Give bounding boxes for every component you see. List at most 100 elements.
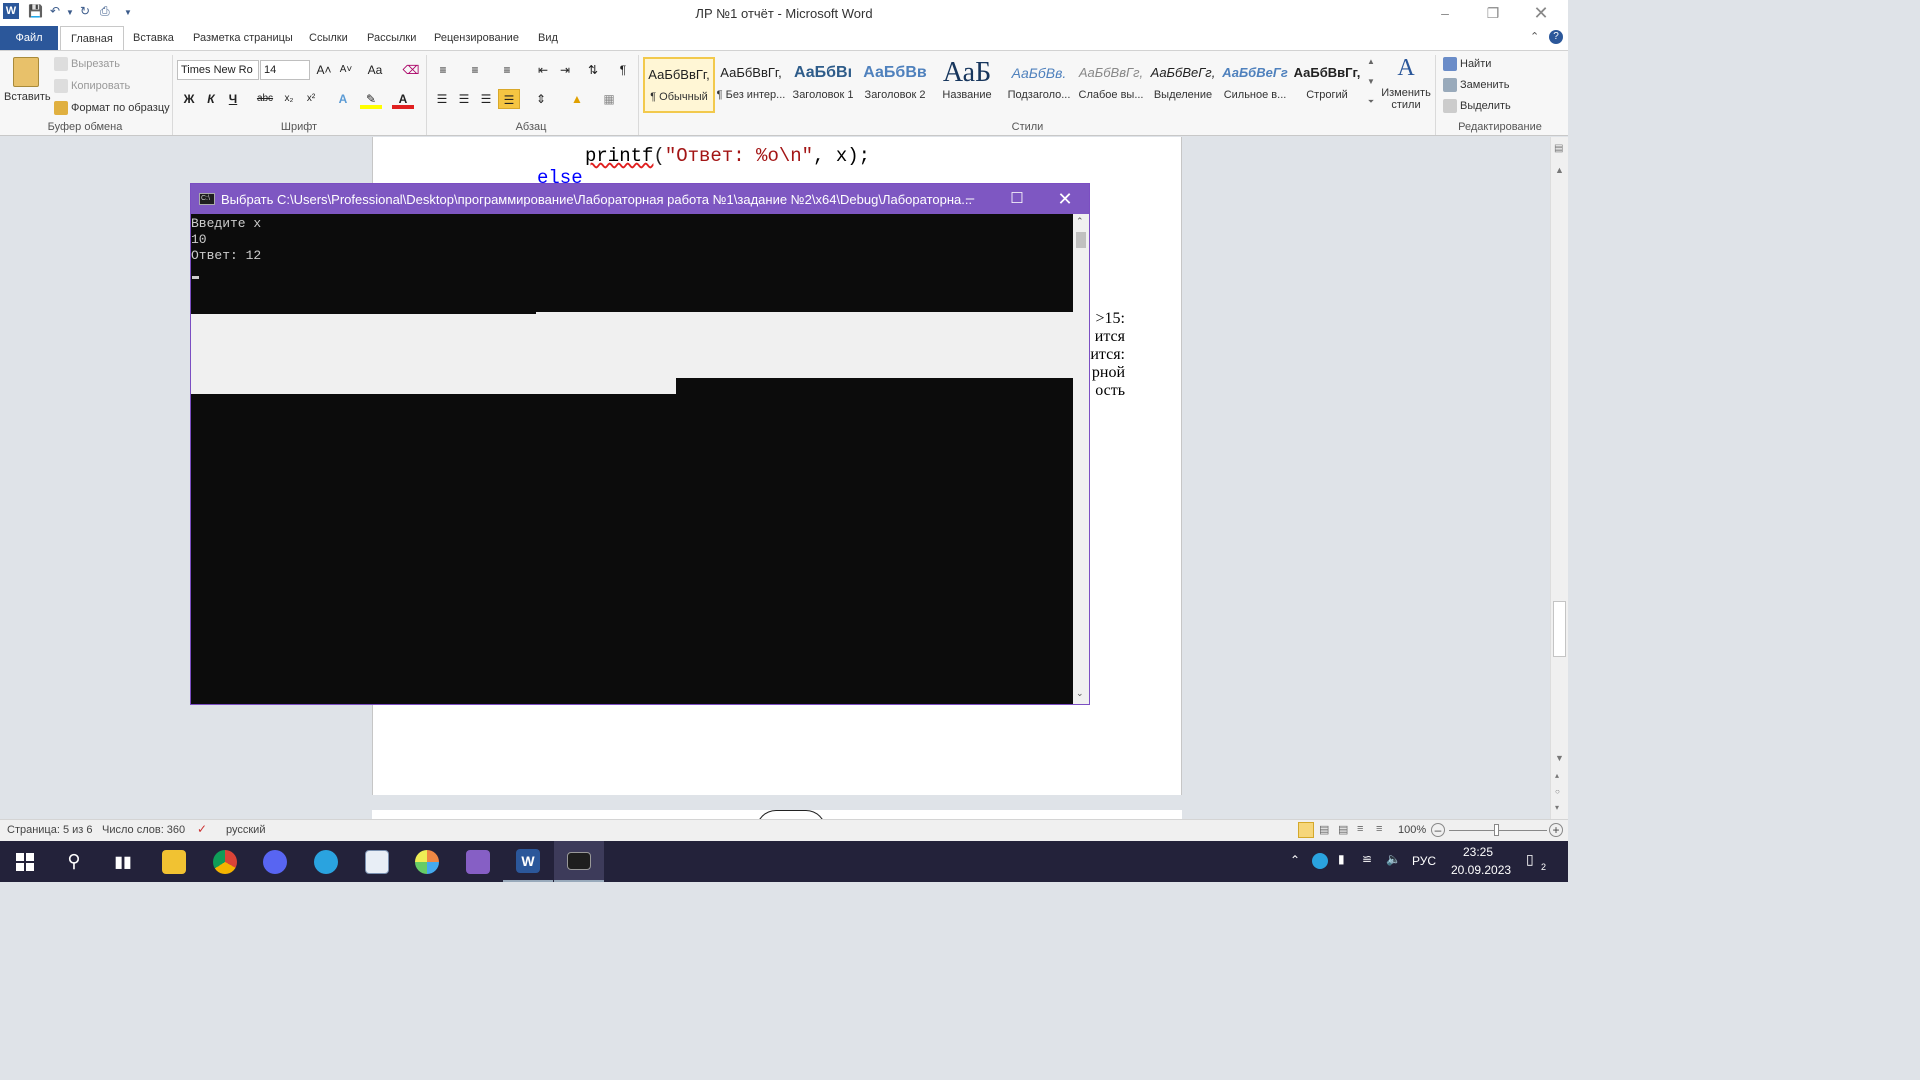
word-taskbar-icon[interactable]: W: [503, 841, 553, 882]
ruler-toggle-icon[interactable]: ▤: [1554, 143, 1563, 154]
language-indicator[interactable]: РУС: [1412, 854, 1436, 868]
sort-icon[interactable]: ⇅: [582, 60, 604, 80]
select-button[interactable]: Выделить: [1443, 99, 1511, 113]
grow-font-icon[interactable]: A˄: [313, 60, 335, 80]
zoom-slider-thumb[interactable]: [1494, 824, 1499, 836]
style-subtle-emphasis[interactable]: АаБбВвГг, Слабое вы...: [1075, 57, 1147, 113]
task-view-icon[interactable]: ▮▮: [98, 841, 148, 882]
change-case-button[interactable]: Aa: [362, 60, 388, 80]
style-heading-2[interactable]: АаБбВв Заголовок 2: [859, 57, 931, 113]
font-color-icon[interactable]: A: [392, 89, 414, 109]
style-subtitle[interactable]: АаБбВв. Подзаголо...: [1003, 57, 1075, 113]
web-layout-icon[interactable]: ▤: [1338, 823, 1348, 836]
next-page-icon[interactable]: ▾: [1555, 803, 1559, 812]
battery-icon[interactable]: ▮: [1338, 852, 1345, 866]
italic-button[interactable]: К: [200, 89, 222, 109]
volume-icon[interactable]: 🔈: [1386, 852, 1401, 866]
scroll-down-arrow[interactable]: ▼: [1555, 753, 1564, 763]
subscript-button[interactable]: x₂: [278, 89, 300, 109]
styles-scroll-down-icon[interactable]: ▼: [1364, 77, 1378, 95]
console-taskbar-icon[interactable]: [554, 841, 604, 882]
scroll-up-arrow[interactable]: ▲: [1555, 165, 1564, 175]
style-emphasis[interactable]: АаБбВеГг, Выделение: [1147, 57, 1219, 113]
tray-overflow-icon[interactable]: ⌃: [1290, 853, 1300, 867]
word-count[interactable]: Число слов: 360: [102, 824, 185, 836]
draft-icon[interactable]: ≡: [1376, 823, 1382, 835]
superscript-button[interactable]: x²: [300, 89, 322, 109]
style-intense-emphasis[interactable]: АаБбВеГг Сильное в...: [1219, 57, 1291, 113]
numbering-icon[interactable]: ≡: [464, 60, 486, 80]
console-close-button[interactable]: ✕: [1042, 184, 1088, 214]
console-window[interactable]: C:\ Выбрать C:\Users\Professional\Deskto…: [190, 183, 1090, 705]
start-button[interactable]: [0, 841, 50, 882]
discord-icon[interactable]: [250, 841, 300, 882]
zoom-in-icon[interactable]: +: [1549, 823, 1563, 837]
paint-app-icon[interactable]: [402, 841, 452, 882]
underline-button[interactable]: Ч: [222, 89, 244, 109]
tab-mailings[interactable]: Рассылки: [357, 26, 426, 50]
editor-app-icon[interactable]: [352, 841, 402, 882]
browse-object-icon[interactable]: ○: [1555, 787, 1560, 796]
show-marks-button[interactable]: ¶: [612, 60, 634, 80]
multilevel-list-icon[interactable]: ≡: [496, 60, 518, 80]
bullets-icon[interactable]: ≡: [432, 60, 454, 80]
align-left-icon[interactable]: ☰: [431, 89, 453, 109]
help-icon[interactable]: ?: [1549, 30, 1563, 44]
change-styles-button[interactable]: A Изменить стили: [1380, 55, 1432, 111]
styles-scroll-up-icon[interactable]: ▲: [1364, 57, 1378, 75]
style-title[interactable]: АаБ Название: [931, 57, 1003, 113]
tab-home[interactable]: Главная: [60, 26, 124, 50]
console-maximize-button[interactable]: ☐: [994, 184, 1040, 214]
replace-button[interactable]: Заменить: [1443, 78, 1509, 92]
paste-button[interactable]: Вставить: [4, 55, 51, 115]
minimize-button[interactable]: –: [1422, 0, 1468, 26]
font-size-select[interactable]: 14: [260, 60, 310, 80]
clock-time[interactable]: 23:25: [1463, 845, 1493, 859]
borders-icon[interactable]: ▦: [598, 89, 620, 109]
vertical-scrollbar[interactable]: ▤ ▲ ▼ ▴ ○ ▾: [1550, 137, 1568, 819]
style-heading-1[interactable]: АаБбВı Заголовок 1: [787, 57, 859, 113]
format-painter-button[interactable]: Формат по образцу: [54, 101, 170, 115]
console-scroll-up-arrow[interactable]: ⌃: [1076, 216, 1084, 227]
clock-date[interactable]: 20.09.2023: [1451, 863, 1511, 877]
tab-review[interactable]: Рецензирование: [424, 26, 529, 50]
restore-button[interactable]: ❐: [1470, 0, 1516, 26]
telegram-tray-icon[interactable]: [1312, 853, 1328, 869]
visual-studio-icon[interactable]: [453, 841, 503, 882]
console-scroll-thumb[interactable]: [1076, 232, 1086, 248]
tab-page-layout[interactable]: Разметка страницы: [183, 26, 303, 50]
telegram-icon[interactable]: [301, 841, 351, 882]
decrease-indent-icon[interactable]: ⇤: [532, 60, 554, 80]
clear-formatting-icon[interactable]: ⌫: [400, 60, 422, 80]
print-layout-icon[interactable]: [1298, 822, 1314, 838]
increase-indent-icon[interactable]: ⇥: [554, 60, 576, 80]
search-icon[interactable]: ⚲: [49, 841, 99, 882]
console-title-bar[interactable]: C:\ Выбрать C:\Users\Professional\Deskto…: [191, 184, 1089, 214]
page-count[interactable]: Страница: 5 из 6: [7, 824, 93, 836]
minimize-ribbon-icon[interactable]: ⌃: [1530, 30, 1539, 43]
notifications-icon[interactable]: ▯: [1526, 851, 1534, 868]
tab-insert[interactable]: Вставка: [123, 26, 184, 50]
console-scroll-down-arrow[interactable]: ⌄: [1076, 688, 1084, 699]
justify-icon[interactable]: ☰: [498, 89, 520, 109]
outline-icon[interactable]: ≡: [1357, 823, 1363, 835]
prev-page-icon[interactable]: ▴: [1555, 771, 1559, 780]
proofing-icon[interactable]: ✓: [197, 822, 207, 836]
line-spacing-icon[interactable]: ⇕: [530, 89, 552, 109]
tab-view[interactable]: Вид: [528, 26, 568, 50]
tab-file[interactable]: Файл: [0, 26, 58, 50]
text-effects-icon[interactable]: A: [332, 89, 354, 109]
style-no-spacing[interactable]: АаБбВвГг, ¶ Без интер...: [715, 57, 787, 113]
strikethrough-button[interactable]: abc: [254, 89, 276, 109]
zoom-level[interactable]: 100%: [1398, 824, 1426, 836]
shading-icon[interactable]: ▲: [566, 89, 588, 109]
bold-button[interactable]: Ж: [178, 89, 200, 109]
file-explorer-icon[interactable]: [149, 841, 199, 882]
style-strong[interactable]: АаБбВвГг, Строгий: [1291, 57, 1363, 113]
align-center-icon[interactable]: ☰: [453, 89, 475, 109]
wifi-icon[interactable]: ≌: [1362, 852, 1372, 866]
chrome-icon[interactable]: [200, 841, 250, 882]
find-button[interactable]: Найти: [1443, 57, 1491, 71]
tab-references[interactable]: Ссылки: [299, 26, 358, 50]
console-minimize-button[interactable]: –: [947, 184, 993, 214]
